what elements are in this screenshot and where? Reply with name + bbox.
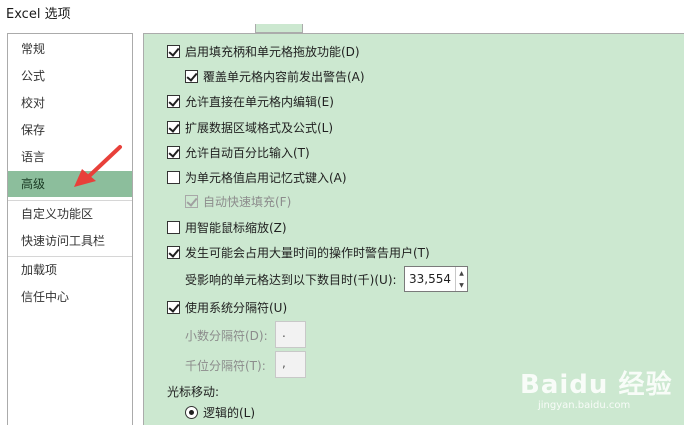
edit-in-cell-label: 允许直接在单元格内编辑(E) bbox=[185, 94, 334, 109]
sidebar-item-proofing[interactable]: 校对 bbox=[8, 90, 132, 116]
spin-down-icon[interactable]: ▼ bbox=[456, 279, 467, 291]
fill-handle-option[interactable]: 启用填充柄和单元格拖放功能(D) bbox=[167, 41, 360, 61]
autocomplete-label: 为单元格值启用记忆式键入(A) bbox=[185, 170, 347, 185]
window-title: Excel 选项 bbox=[6, 7, 71, 22]
cells-threshold-row: 受影响的单元格达到以下数目时(千)(U): bbox=[185, 269, 397, 289]
zoom-intellimouse-checkbox[interactable] bbox=[167, 220, 180, 234]
sidebar: 常规 公式 校对 保存 语言 高级 自定义功能区 快速访问工具栏 加载项 信任中… bbox=[7, 33, 133, 425]
sidebar-item-general[interactable]: 常规 bbox=[8, 36, 132, 62]
edit-in-cell-option[interactable]: 允许直接在单元格内编辑(E) bbox=[167, 91, 334, 111]
zoom-intellimouse-label: 用智能鼠标缩放(Z) bbox=[185, 220, 287, 235]
decimal-separator-value: . bbox=[282, 326, 286, 340]
autocomplete-checkbox[interactable] bbox=[167, 170, 180, 184]
flash-fill-label: 自动快速填充(F) bbox=[203, 194, 292, 209]
flash-fill-option: 自动快速填充(F) bbox=[185, 191, 291, 211]
spinner-buttons: ▲ ▼ bbox=[455, 267, 467, 291]
alert-slow-checkbox[interactable] bbox=[167, 245, 180, 259]
sidebar-item-quick-access-toolbar[interactable]: 快速访问工具栏 bbox=[8, 228, 132, 254]
logical-option[interactable]: 逻辑的(L) bbox=[185, 402, 255, 422]
system-separators-option[interactable]: 使用系统分隔符(U) bbox=[167, 297, 287, 317]
auto-percent-option[interactable]: 允许自动百分比输入(T) bbox=[167, 142, 310, 162]
logical-label: 逻辑的(L) bbox=[203, 405, 256, 420]
title-bar: Excel 选项 bbox=[0, 0, 684, 24]
sidebar-item-formulas[interactable]: 公式 bbox=[8, 63, 132, 89]
decimal-separator-input: . bbox=[275, 321, 306, 348]
auto-percent-checkbox[interactable] bbox=[167, 145, 180, 159]
edit-in-cell-checkbox[interactable] bbox=[167, 94, 180, 108]
autocomplete-option[interactable]: 为单元格值启用记忆式键入(A) bbox=[167, 167, 347, 187]
decimal-separator-row: 小数分隔符(D): bbox=[185, 325, 268, 345]
thousands-separator-row: 千位分隔符(T): bbox=[185, 355, 266, 375]
fill-handle-checkbox[interactable] bbox=[167, 44, 180, 58]
system-separators-checkbox[interactable] bbox=[167, 300, 180, 314]
alert-slow-label: 发生可能会占用大量时间的操作时警告用户(T) bbox=[185, 245, 430, 260]
red-arrow-icon bbox=[74, 145, 122, 187]
thousands-separator-input: , bbox=[275, 351, 306, 378]
cells-threshold-value[interactable]: 33,554 bbox=[409, 272, 451, 286]
cells-threshold-label: 受影响的单元格达到以下数目时(千)(U): bbox=[185, 272, 397, 287]
fill-handle-label: 启用填充柄和单元格拖放功能(D) bbox=[185, 44, 360, 59]
scroll-tab bbox=[255, 24, 303, 33]
extend-formats-checkbox[interactable] bbox=[167, 120, 180, 134]
watermark: Baidu 经验 jingyan.baidu.com bbox=[520, 360, 680, 420]
overwrite-warn-option[interactable]: 覆盖单元格内容前发出警告(A) bbox=[185, 66, 365, 86]
alert-slow-option[interactable]: 发生可能会占用大量时间的操作时警告用户(T) bbox=[167, 242, 430, 262]
sidebar-item-customize-ribbon[interactable]: 自定义功能区 bbox=[8, 201, 132, 227]
spin-up-icon[interactable]: ▲ bbox=[456, 267, 467, 279]
extend-formats-label: 扩展数据区域格式及公式(L) bbox=[185, 120, 334, 135]
zoom-intellimouse-option[interactable]: 用智能鼠标缩放(Z) bbox=[167, 217, 287, 237]
overwrite-warn-label: 覆盖单元格内容前发出警告(A) bbox=[203, 69, 365, 84]
logical-radio[interactable] bbox=[185, 405, 198, 419]
overwrite-warn-checkbox[interactable] bbox=[185, 69, 198, 83]
sidebar-item-save[interactable]: 保存 bbox=[8, 117, 132, 143]
flash-fill-checkbox bbox=[185, 194, 198, 208]
auto-percent-label: 允许自动百分比输入(T) bbox=[185, 145, 310, 160]
watermark-url: jingyan.baidu.com bbox=[538, 400, 631, 411]
sidebar-item-add-ins[interactable]: 加载项 bbox=[8, 257, 132, 283]
cursor-movement-label: 光标移动: bbox=[167, 384, 220, 399]
system-separators-label: 使用系统分隔符(U) bbox=[185, 300, 288, 315]
cells-threshold-spinner[interactable]: 33,554 ▲ ▼ bbox=[404, 266, 468, 292]
sidebar-item-trust-center[interactable]: 信任中心 bbox=[8, 284, 132, 310]
extend-formats-option[interactable]: 扩展数据区域格式及公式(L) bbox=[167, 117, 333, 137]
thousands-separator-value: , bbox=[282, 356, 286, 370]
thousands-separator-label: 千位分隔符(T): bbox=[185, 358, 266, 373]
decimal-separator-label: 小数分隔符(D): bbox=[185, 328, 268, 343]
watermark-brand: Baidu 经验 bbox=[520, 370, 673, 400]
cursor-movement-heading: 光标移动: bbox=[167, 381, 219, 401]
